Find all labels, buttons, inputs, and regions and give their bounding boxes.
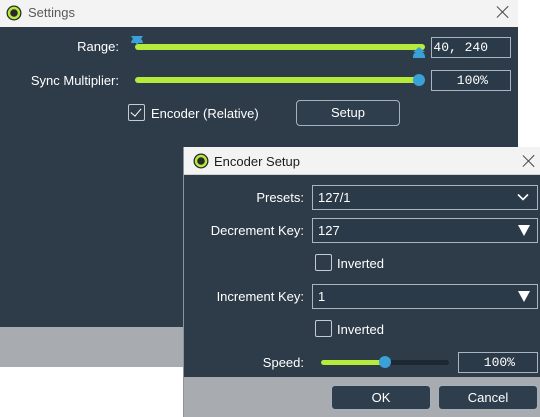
range-label: Range: — [77, 39, 119, 54]
sync-multiplier-track[interactable] — [135, 77, 420, 83]
decrement-key-label: Decrement Key: — [210, 223, 304, 238]
range-value-field[interactable]: 40, 240 — [431, 37, 511, 58]
encoder-relative-label: Encoder (Relative) — [151, 106, 259, 121]
increment-key-label: Increment Key: — [216, 289, 304, 304]
decrement-key-value: 127 — [318, 223, 340, 238]
dropdown-arrow-icon — [518, 291, 530, 302]
range-high-handle-cap — [413, 51, 425, 58]
decrement-inverted-checkbox[interactable] — [315, 254, 332, 271]
speed-slider-handle[interactable] — [379, 356, 391, 368]
presets-label: Presets: — [256, 190, 304, 205]
increment-inverted-label: Inverted — [337, 322, 384, 337]
settings-titlebar[interactable]: Settings — [0, 0, 518, 27]
ok-button[interactable]: OK — [331, 385, 431, 410]
encoder-setup-dialog: Encoder Setup Presets: 127/1 Decrement K… — [183, 147, 540, 417]
encoder-setup-titlebar[interactable]: Encoder Setup — [184, 147, 540, 175]
increment-key-value: 1 — [318, 289, 326, 304]
decrement-key-dropdown[interactable]: 127 — [312, 218, 538, 243]
increment-key-dropdown[interactable]: 1 — [312, 284, 538, 309]
range-slider-track[interactable] — [135, 44, 425, 50]
settings-title: Settings — [28, 5, 75, 20]
app-icon — [193, 153, 209, 169]
sync-multiplier-value-field[interactable]: 100% — [431, 70, 511, 91]
setup-button[interactable]: Setup — [296, 100, 400, 126]
dialog-footer: OK Cancel — [184, 377, 540, 417]
encoder-relative-checkbox[interactable] — [128, 104, 145, 121]
speed-slider-fill — [321, 360, 387, 365]
encoder-setup-title: Encoder Setup — [214, 154, 301, 169]
close-icon[interactable] — [521, 153, 537, 169]
dropdown-arrow-icon — [518, 225, 530, 236]
cancel-button[interactable]: Cancel — [438, 385, 538, 410]
range-low-handle-cap — [131, 38, 143, 43]
increment-inverted-checkbox[interactable] — [315, 320, 332, 337]
background-area — [0, 367, 183, 417]
close-icon[interactable] — [495, 4, 511, 20]
decrement-inverted-label: Inverted — [337, 256, 384, 271]
chevron-down-icon — [517, 193, 529, 201]
sync-multiplier-label: Sync Multiplier: — [30, 73, 119, 88]
presets-dropdown[interactable]: 127/1 — [312, 185, 538, 210]
presets-value: 127/1 — [318, 190, 351, 205]
speed-value-field[interactable]: 100% — [458, 352, 538, 373]
sync-multiplier-handle[interactable] — [413, 74, 425, 86]
checkmark-icon — [130, 105, 142, 117]
app-icon — [6, 5, 22, 21]
speed-label: Speed: — [262, 355, 304, 370]
